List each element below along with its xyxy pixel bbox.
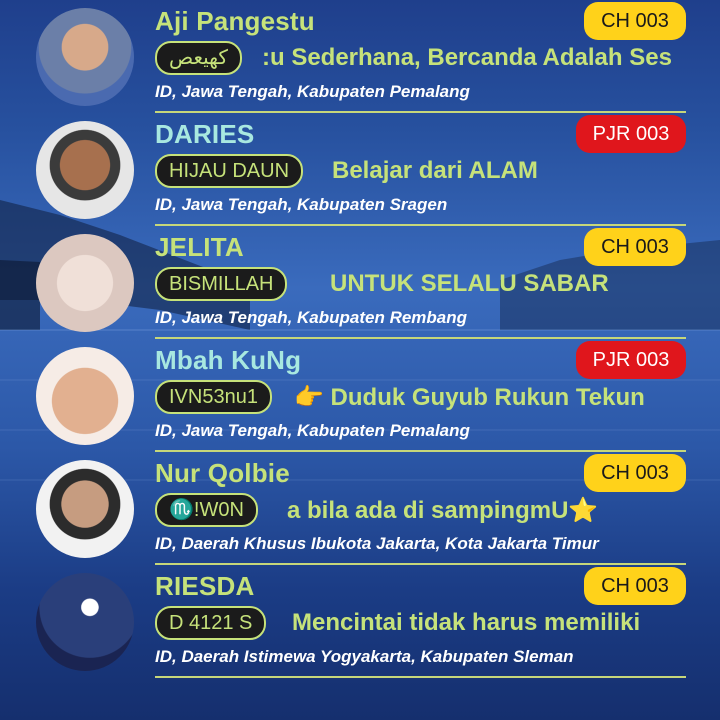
row-divider — [155, 676, 686, 678]
man-avatar[interactable] — [36, 121, 134, 219]
user-tag: ♏!W0N — [155, 493, 258, 527]
user-name: DARIES — [155, 119, 255, 149]
user-location: ID, Jawa Tengah, Kabupaten Pemalang — [155, 82, 470, 101]
channel-badge: CH 003 — [584, 454, 686, 492]
user-tag: D 4121 S — [155, 606, 267, 640]
user-name: RIESDA — [155, 571, 255, 601]
channel-badge: PJR 003 — [576, 341, 686, 379]
status-message: a bila ada di sampingmU⭐ — [287, 497, 599, 524]
channel-badge: CH 003 — [584, 228, 686, 266]
young-man-avatar[interactable] — [36, 460, 134, 558]
user-location: ID, Daerah Khusus Ibukota Jakarta, Kota … — [155, 534, 599, 553]
hand-avatar[interactable] — [36, 347, 134, 445]
user-location: ID, Daerah Istimewa Yogyakarta, Kabupate… — [155, 647, 574, 666]
user-list: Aji Pangestu CH 003 كهيعص :u Sederhana, Ber… — [0, 0, 720, 720]
user-tag: IVN53nu1 — [155, 380, 272, 414]
status-message: Mencintai tidak harus memiliki — [292, 609, 641, 636]
man-sunglasses-avatar[interactable] — [36, 8, 134, 106]
user-row[interactable]: JELITA CH 003 BISMILLAH UNTUK SELALU SABAR I… — [0, 226, 720, 339]
channel-badge: CH 003 — [584, 2, 686, 40]
couple-moon-avatar[interactable] — [36, 573, 134, 671]
status-message: 👉 Duduk Guyub Rukun Tekun — [294, 384, 645, 411]
user-name: JELITA — [155, 232, 244, 262]
user-row[interactable]: Mbah KuNg PJR 003 IVN53nu1 👉 Duduk Guyub Ru… — [0, 339, 720, 452]
user-row[interactable]: Nur Qolbie CH 003 ♏!W0N a bila ada di sampi… — [0, 452, 720, 565]
status-message: UNTUK SELALU SABAR — [330, 270, 609, 297]
user-row[interactable]: RIESDA CH 003 D 4121 S Mencintai tidak haru… — [0, 565, 720, 678]
user-location: ID, Jawa Tengah, Kabupaten Sragen — [155, 195, 448, 214]
user-row[interactable]: DARIES PJR 003 HIJAU DAUN Belajar dari ALAM… — [0, 113, 720, 226]
user-location: ID, Jawa Tengah, Kabupaten Rembang — [155, 308, 468, 327]
user-tag: BISMILLAH — [155, 267, 288, 301]
woman-eyes-avatar[interactable] — [36, 234, 134, 332]
user-name: Mbah KuNg — [155, 345, 302, 375]
status-message: :u Sederhana, Bercanda Adalah Ses — [262, 44, 672, 71]
channel-badge: CH 003 — [584, 567, 686, 605]
channel-badge: PJR 003 — [576, 115, 686, 153]
user-name: Nur Qolbie — [155, 458, 290, 488]
user-tag: HIJAU DAUN — [155, 154, 304, 188]
user-tag: كهيعص — [155, 41, 242, 75]
user-row[interactable]: Aji Pangestu CH 003 كهيعص :u Sederhana, Ber… — [0, 0, 720, 113]
status-message: Belajar dari ALAM — [332, 157, 538, 184]
user-name: Aji Pangestu — [155, 6, 315, 36]
user-location: ID, Jawa Tengah, Kabupaten Pemalang — [155, 421, 470, 440]
